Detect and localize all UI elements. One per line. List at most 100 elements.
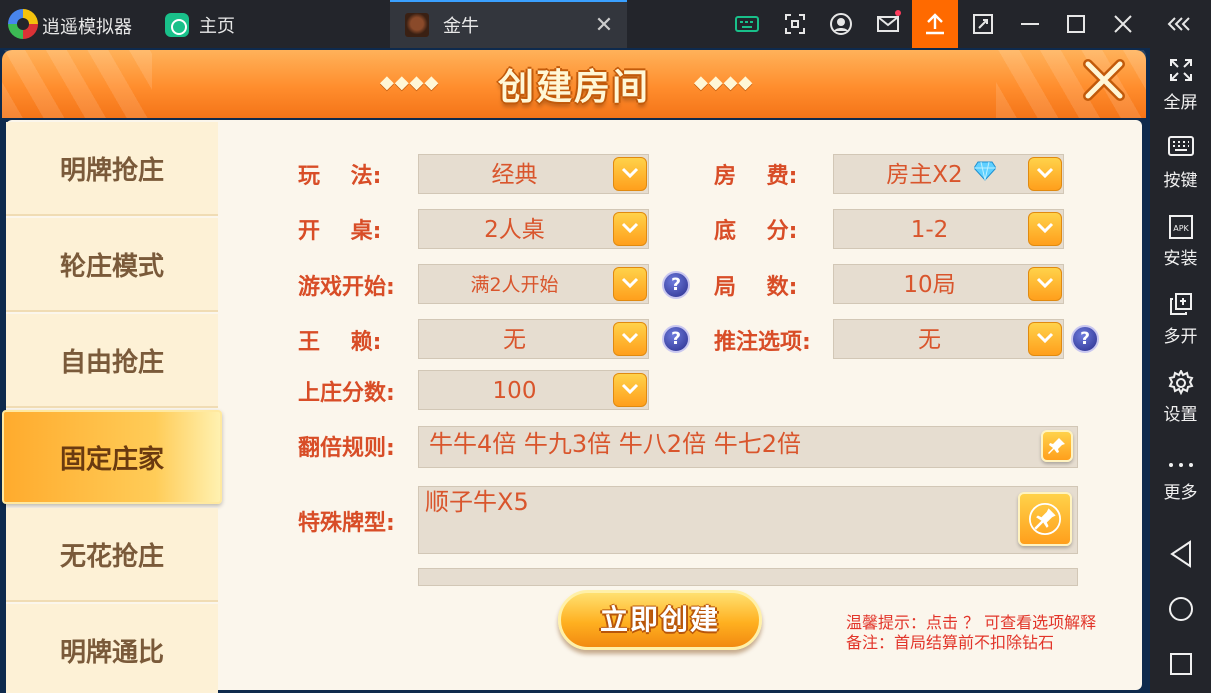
note-text: 备注：首局结算前不扣除钻石 <box>846 633 1055 652</box>
banker-score-value: 100 <box>492 378 537 404</box>
sidebar-item-keymap[interactable]: 按键 <box>1150 136 1211 191</box>
sidebar-item-multi[interactable]: 多开 <box>1150 292 1211 347</box>
pin-icon <box>1029 503 1061 535</box>
multiplier-pin-button[interactable] <box>1041 430 1073 462</box>
create-room-button[interactable]: 立即创建 <box>558 590 762 650</box>
chevron-down-icon[interactable] <box>1028 212 1062 246</box>
push-value: 无 <box>918 327 941 353</box>
multi-instance-icon <box>1150 292 1211 320</box>
chevron-down-icon[interactable] <box>613 157 647 191</box>
close-tab-icon[interactable]: ✕ <box>589 13 619 38</box>
sidebar-item-fullscreen[interactable]: 全屏 <box>1150 58 1211 113</box>
recents-icon[interactable] <box>1150 652 1211 683</box>
fee-label: 房 费: <box>714 164 798 189</box>
app-name: 逍遥模拟器 <box>42 17 132 38</box>
base-select[interactable]: 1-2 <box>833 209 1064 249</box>
mode-item[interactable]: 明牌抢庄 <box>6 122 218 216</box>
chevron-down-icon[interactable] <box>613 322 647 356</box>
start-help-icon[interactable]: ? <box>662 271 690 299</box>
joker-help-icon[interactable]: ? <box>662 325 690 353</box>
chevron-down-icon[interactable] <box>613 212 647 246</box>
mode-item[interactable]: 轮庄模式 <box>6 218 218 312</box>
push-help-icon[interactable]: ? <box>1071 325 1099 353</box>
dialog-close-button[interactable] <box>1080 58 1128 106</box>
emulator-sidebar: 全屏 按键 APK 安装 多开 设置 更多 <box>1150 48 1211 693</box>
sidebar-item-install[interactable]: APK 安装 <box>1150 214 1211 269</box>
keymap-icon <box>1150 136 1211 164</box>
banker-score-select[interactable]: 100 <box>418 370 649 410</box>
sidebar-label-keymap: 按键 <box>1163 171 1198 191</box>
special-value: 顺子牛X5 <box>425 488 529 516</box>
tab-game[interactable]: 金牛 ✕ <box>390 0 627 48</box>
chevron-down-icon[interactable] <box>1028 267 1062 301</box>
game-thumbnail-icon <box>405 13 429 37</box>
rounds-label: 局 数: <box>714 275 798 300</box>
mode-item[interactable]: 明牌通比 <box>6 604 218 693</box>
joker-select[interactable]: 无 <box>418 319 649 359</box>
chevron-down-icon[interactable] <box>613 373 647 407</box>
sidebar-item-settings[interactable]: 设置 <box>1150 368 1211 425</box>
settings-icon <box>1150 368 1211 398</box>
sidebar-label-more: 更多 <box>1163 483 1198 503</box>
pin-icon <box>1048 438 1065 454</box>
start-label: 游戏开始: <box>298 275 395 300</box>
banker-score-label: 上庄分数: <box>298 381 395 406</box>
close-icon[interactable] <box>1100 0 1146 48</box>
tables-value: 2人桌 <box>484 217 545 243</box>
rounds-select[interactable]: 10局 <box>833 264 1064 304</box>
maximize-icon[interactable] <box>1053 0 1099 48</box>
fee-select[interactable]: 房主X2 <box>833 154 1064 194</box>
multiplier-value: 牛牛4倍 牛九3倍 牛八2倍 牛七2倍 <box>429 430 801 458</box>
android-home-icon[interactable] <box>1150 596 1211 629</box>
more-icon <box>1150 448 1211 476</box>
multiplier-label: 翻倍规则: <box>298 436 395 461</box>
chevron-down-icon[interactable] <box>1028 322 1062 356</box>
play-select[interactable]: 经典 <box>418 154 649 194</box>
sidebar-label-fullscreen: 全屏 <box>1163 93 1198 113</box>
mail-icon[interactable] <box>865 0 911 48</box>
joker-value: 无 <box>503 327 526 353</box>
back-icon[interactable] <box>1150 540 1211 575</box>
sidebar-item-more[interactable]: 更多 <box>1150 448 1211 503</box>
dialog-title: 创建房间 <box>497 67 650 108</box>
screen-rotate-icon[interactable] <box>960 0 1006 48</box>
sidebar-label-settings: 设置 <box>1163 405 1198 425</box>
chevron-down-icon[interactable] <box>1028 157 1062 191</box>
game-viewport: ◆◆◆◆ 创建房间 ◆◆◆◆ 明牌抢庄 轮庄模式 自由抢庄 固定庄家 无花抢庄 … <box>0 48 1150 693</box>
apk-icon: APK <box>1150 214 1211 242</box>
start-select[interactable]: 满2人开始 <box>418 264 649 304</box>
play-value: 经典 <box>491 162 538 188</box>
collapse-icon[interactable] <box>1155 0 1205 48</box>
mode-item[interactable]: 自由抢庄 <box>6 314 218 408</box>
tables-select[interactable]: 2人桌 <box>418 209 649 249</box>
emulator-logo-icon <box>8 9 38 39</box>
base-label: 底 分: <box>714 219 798 244</box>
home-tab-icon <box>165 13 189 37</box>
account-icon[interactable] <box>818 0 864 48</box>
mode-menu: 明牌抢庄 轮庄模式 自由抢庄 固定庄家 无花抢庄 明牌通比 <box>2 122 222 693</box>
push-select[interactable]: 无 <box>833 319 1064 359</box>
multiplier-field[interactable]: 牛牛4倍 牛九3倍 牛八2倍 牛七2倍 <box>418 426 1078 468</box>
chevron-down-icon[interactable] <box>613 267 647 301</box>
sidebar-label-install: 安装 <box>1163 249 1198 269</box>
sidebar-label-multi: 多开 <box>1163 327 1198 347</box>
rounds-value: 10局 <box>903 272 956 298</box>
diamond-icon <box>973 161 997 185</box>
dialog-header: ◆◆◆◆ 创建房间 ◆◆◆◆ <box>2 50 1146 118</box>
upload-icon[interactable] <box>912 0 958 48</box>
title-deco-right: ◆◆◆◆ <box>694 72 754 93</box>
game-tab-label: 金牛 <box>443 16 479 37</box>
notification-dot <box>895 10 901 16</box>
special-label: 特殊牌型: <box>298 511 395 536</box>
special-pin-button[interactable] <box>1018 492 1072 546</box>
tables-label: 开 桌: <box>298 219 382 244</box>
minimize-icon[interactable] <box>1007 0 1053 48</box>
tab-home[interactable]: 主页 <box>165 10 235 40</box>
next-row-field <box>418 568 1078 586</box>
special-field[interactable]: 顺子牛X5 <box>418 486 1078 554</box>
keyboard-icon[interactable] <box>724 0 770 48</box>
screenshot-icon[interactable] <box>772 0 818 48</box>
play-label: 玩 法: <box>298 164 382 189</box>
mode-item[interactable]: 无花抢庄 <box>6 508 218 602</box>
mode-item-active[interactable]: 固定庄家 <box>2 410 222 504</box>
